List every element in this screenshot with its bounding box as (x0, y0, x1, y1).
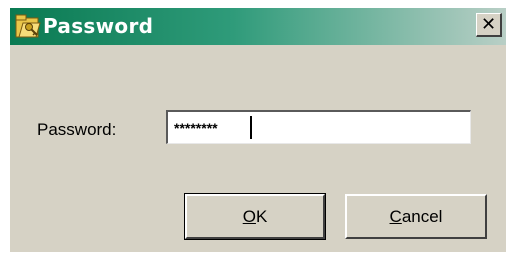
cancel-mnemonic: C (389, 206, 402, 226)
folder-key-icon (15, 13, 41, 39)
cancel-label-rest: ancel (401, 206, 443, 226)
ok-button[interactable]: OK (184, 193, 326, 240)
ok-label-rest: K (255, 206, 268, 226)
cancel-button[interactable]: Cancel (345, 194, 487, 239)
title-bar[interactable]: Password ✕ (10, 8, 506, 45)
password-label: Password: (37, 120, 117, 139)
text-caret (250, 116, 252, 139)
password-input[interactable] (166, 110, 471, 144)
window-title: Password (43, 14, 154, 38)
password-dialog: Password ✕ Password: OK Cancel (10, 8, 506, 252)
close-button[interactable]: ✕ (476, 13, 502, 37)
ok-mnemonic: O (242, 206, 256, 226)
close-icon: ✕ (480, 14, 497, 34)
